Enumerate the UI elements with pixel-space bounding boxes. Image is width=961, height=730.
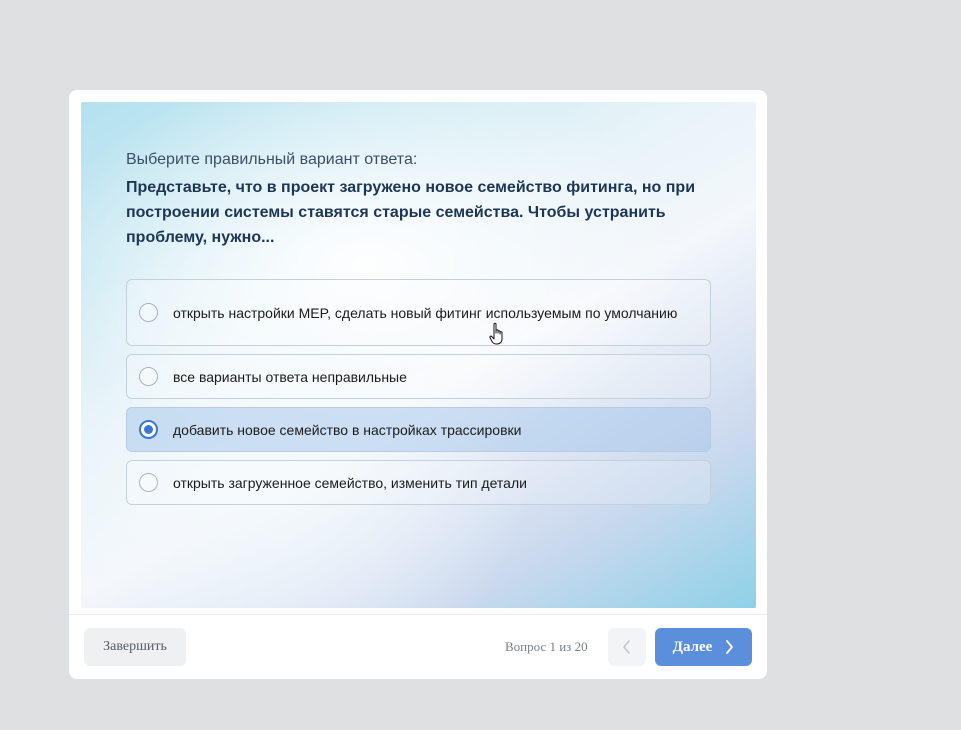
- radio-button[interactable]: [139, 367, 158, 386]
- hand-pointer-cursor-icon: [489, 322, 503, 345]
- next-button-label: Далее: [672, 638, 713, 655]
- answer-option-selected[interactable]: добавить новое семейство в настройках тр…: [126, 407, 711, 452]
- answer-option-label: добавить новое семейство в настройках тр…: [173, 421, 522, 438]
- answer-option[interactable]: все варианты ответа неправильные: [126, 354, 711, 399]
- answer-option[interactable]: открыть настройки MEP, сделать новый фит…: [126, 279, 711, 346]
- radio-button-checked[interactable]: [139, 420, 158, 439]
- answer-option-label: открыть настройки MEP, сделать новый фит…: [173, 304, 678, 321]
- footer-divider: [69, 614, 767, 615]
- chevron-right-icon: [726, 640, 734, 654]
- answer-option-label: открыть загруженное семейство, изменить …: [173, 474, 527, 491]
- previous-button[interactable]: [608, 628, 646, 666]
- chevron-left-icon: [623, 640, 630, 654]
- quiz-card: Выберите правильный вариант ответа: Пред…: [69, 90, 767, 679]
- answer-options: открыть настройки MEP, сделать новый фит…: [126, 279, 711, 513]
- answer-option-label: все варианты ответа неправильные: [173, 368, 407, 385]
- radio-button[interactable]: [139, 303, 158, 322]
- question-counter: Вопрос 1 из 20: [505, 639, 588, 654]
- question-prompt: Выберите правильный вариант ответа:: [126, 151, 418, 168]
- question-text: Представьте, что в проект загружено ново…: [126, 179, 696, 246]
- answer-option[interactable]: открыть загруженное семейство, изменить …: [126, 460, 711, 505]
- question-panel: Выберите правильный вариант ответа: Пред…: [81, 102, 756, 608]
- finish-button[interactable]: Завершить: [84, 628, 186, 666]
- next-button[interactable]: Далее: [655, 628, 752, 666]
- radio-button[interactable]: [139, 473, 158, 492]
